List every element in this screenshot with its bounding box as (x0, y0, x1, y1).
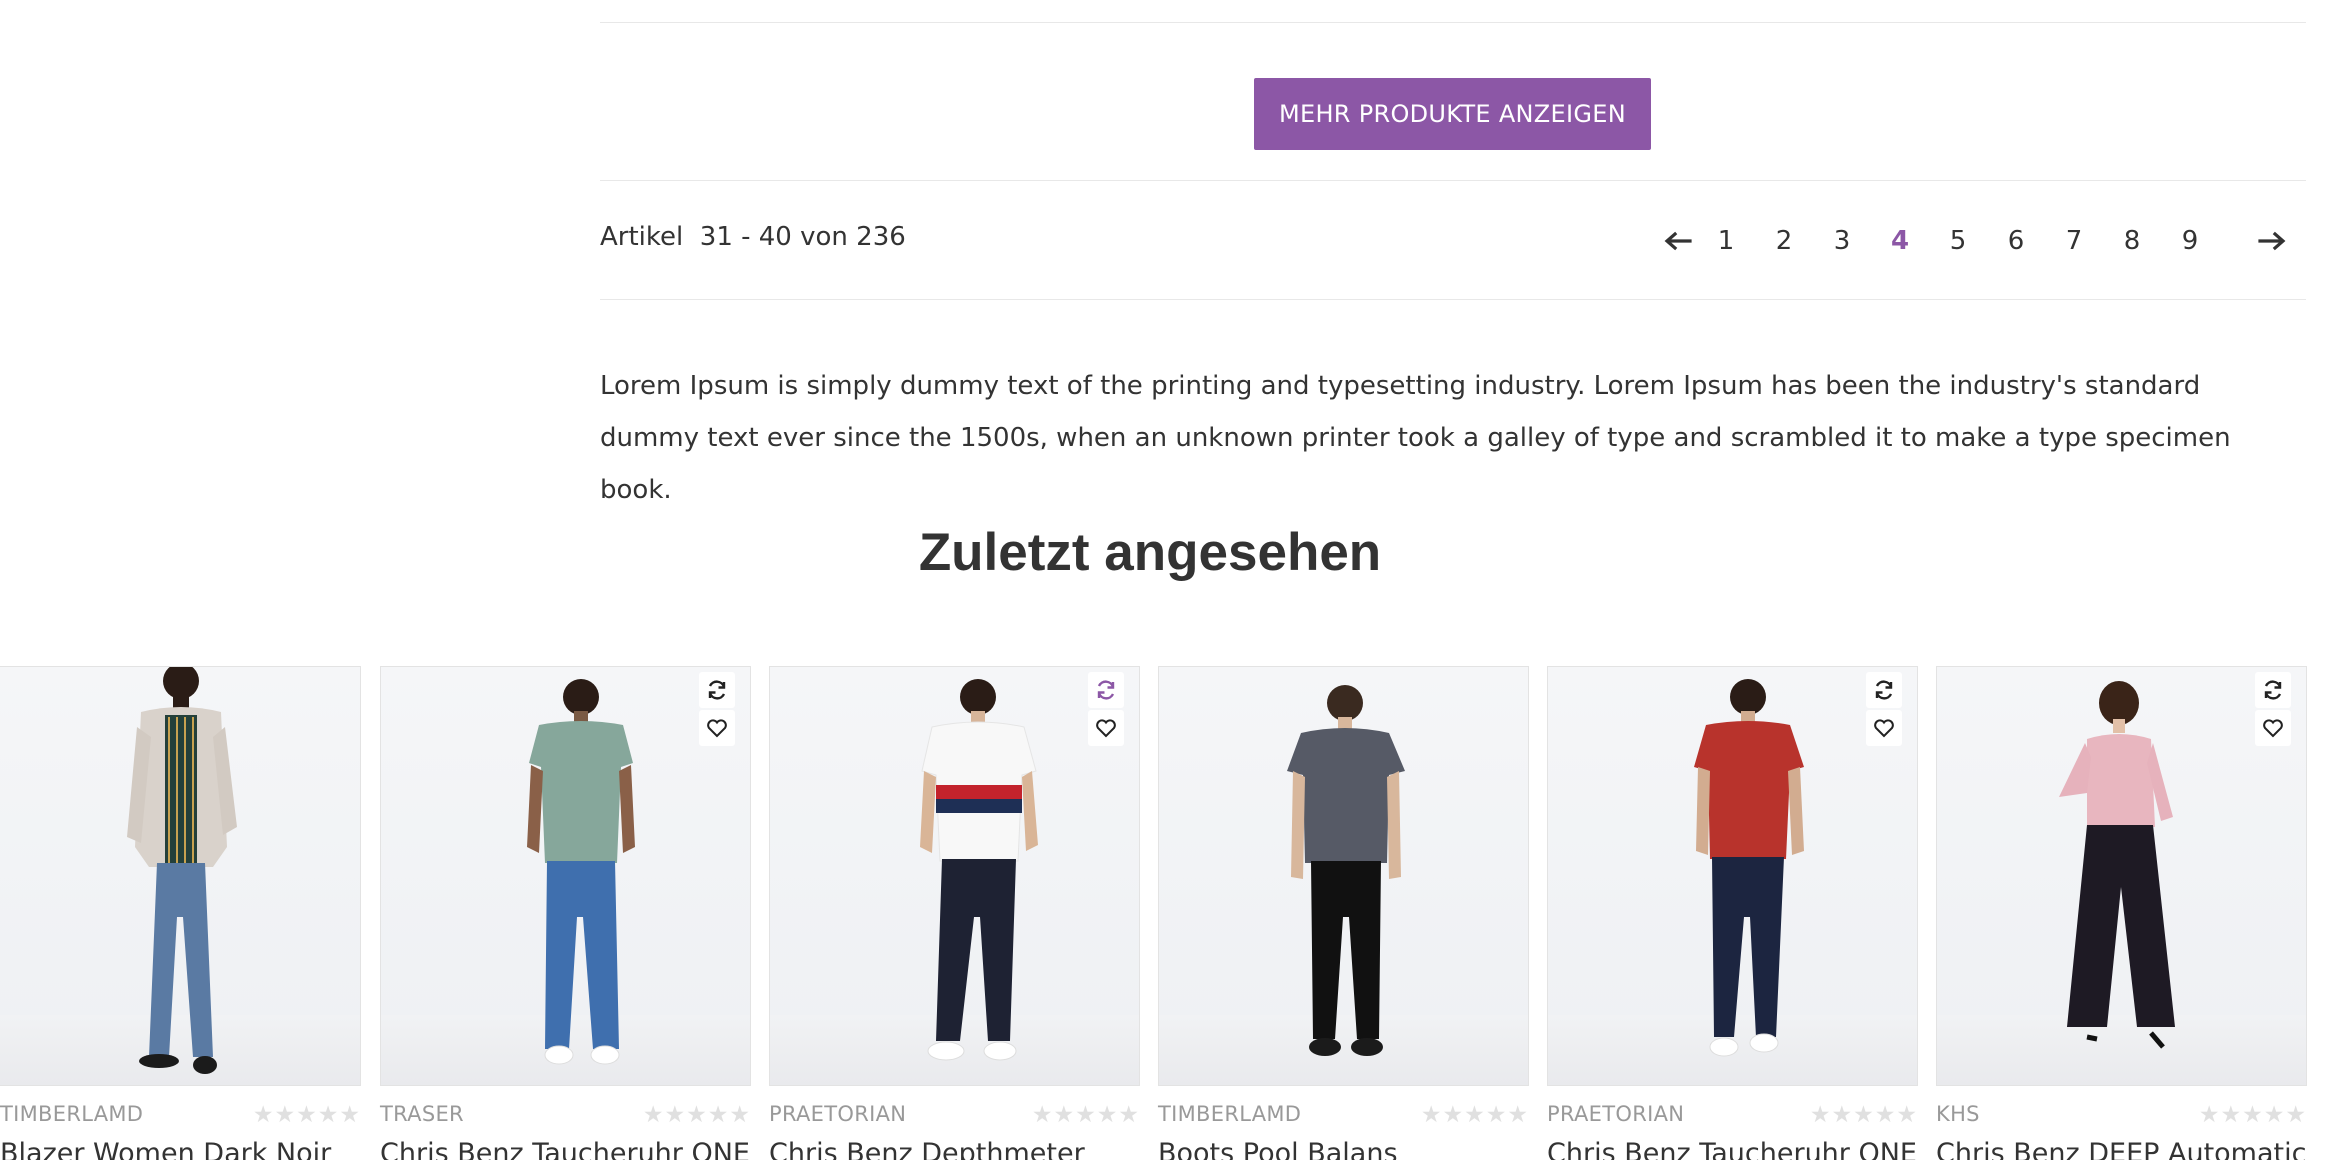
product-card[interactable]: TRASER ★★★★★ Chris Benz Taucheruhr ONE (380, 666, 751, 1160)
compare-icon[interactable] (1088, 672, 1124, 708)
product-image[interactable] (380, 666, 751, 1086)
rating-stars: ★★★★★ (1420, 1102, 1529, 1128)
model-photo (920, 679, 1038, 1061)
product-card[interactable]: TIMBERLAMD ★★★★★ Blazer Women Dark Noir (0, 666, 361, 1160)
product-image[interactable] (0, 666, 361, 1086)
product-brand[interactable]: PRAETORIAN (1547, 1102, 1684, 1126)
product-brand[interactable]: KHS (1936, 1102, 1980, 1126)
rating-stars: ★★★★★ (1031, 1102, 1140, 1128)
product-image[interactable] (1158, 666, 1529, 1086)
pagination-bottom-divider (600, 299, 2306, 300)
product-name[interactable]: Boots Pool Balans (1158, 1138, 1398, 1160)
pagination-top-divider (600, 180, 2306, 181)
rating-stars: ★★★★★ (1809, 1102, 1918, 1128)
model-photo (127, 667, 237, 1074)
model-photo (2059, 681, 2175, 1049)
product-card[interactable]: TIMBERLAMD ★★★★★ Boots Pool Balans (1158, 666, 1529, 1160)
page-link-7[interactable]: 7 (2054, 218, 2094, 264)
compare-icon[interactable] (1866, 672, 1902, 708)
heart-icon[interactable] (2255, 710, 2291, 746)
product-image[interactable] (1547, 666, 1918, 1086)
product-brand[interactable]: TIMBERLAMD (1158, 1102, 1301, 1126)
product-name[interactable]: Chris Benz Taucheruhr ONE (1547, 1138, 1917, 1160)
rating-stars: ★★★★★ (252, 1102, 361, 1128)
page-link-8[interactable]: 8 (2112, 218, 2152, 264)
rating-stars: ★★★★★ (2198, 1102, 2307, 1128)
heart-icon[interactable] (699, 710, 735, 746)
top-divider (600, 22, 2306, 23)
product-brand[interactable]: TIMBERLAMD (0, 1102, 143, 1126)
category-description: Lorem Ipsum is simply dummy text of the … (600, 371, 2231, 505)
page-link-1[interactable]: 1 (1706, 218, 1746, 264)
page-link-3[interactable]: 3 (1822, 218, 1862, 264)
page-link-9[interactable]: 9 (2170, 218, 2210, 264)
product-name[interactable]: Chris Benz Depthmeter (769, 1138, 1085, 1160)
model-photo (527, 679, 635, 1065)
arrow-left-icon[interactable] (1664, 230, 1692, 252)
product-name[interactable]: Blazer Women Dark Noir (0, 1138, 331, 1160)
product-image[interactable] (1936, 666, 2307, 1086)
page-link-2[interactable]: 2 (1764, 218, 1804, 264)
page-link-5[interactable]: 5 (1938, 218, 1978, 264)
recently-viewed-title: Zuletzt angesehen (918, 523, 1382, 582)
page-link-4-current[interactable]: 4 (1880, 218, 1920, 264)
product-brand[interactable]: TRASER (380, 1102, 464, 1126)
product-name[interactable]: Chris Benz DEEP Automatic (1936, 1138, 2306, 1160)
item-count-summary: Artikel 31 - 40 von 236 (600, 222, 906, 252)
page-link-6[interactable]: 6 (1996, 218, 2036, 264)
rating-stars: ★★★★★ (642, 1102, 751, 1128)
compare-icon[interactable] (699, 672, 735, 708)
model-photo (1694, 679, 1804, 1057)
product-card[interactable]: PRAETORIAN ★★★★★ Chris Benz Taucheruhr O… (1547, 666, 1918, 1160)
heart-icon[interactable] (1088, 710, 1124, 746)
product-image[interactable] (769, 666, 1140, 1086)
product-name[interactable]: Chris Benz Taucheruhr ONE (380, 1138, 750, 1160)
load-more-button[interactable]: MEHR PRODUKTE ANZEIGEN (1254, 78, 1651, 150)
heart-icon[interactable] (1866, 710, 1902, 746)
compare-icon[interactable] (2255, 672, 2291, 708)
product-brand[interactable]: PRAETORIAN (769, 1102, 906, 1126)
model-photo (1287, 685, 1405, 1056)
product-card[interactable]: KHS ★★★★★ Chris Benz DEEP Automatic (1936, 666, 2307, 1160)
arrow-right-icon[interactable] (2258, 230, 2286, 252)
product-card[interactable]: PRAETORIAN ★★★★★ Chris Benz Depthmeter (769, 666, 1140, 1160)
pagination: 1 2 3 4 5 6 7 8 9 (1650, 218, 2310, 264)
